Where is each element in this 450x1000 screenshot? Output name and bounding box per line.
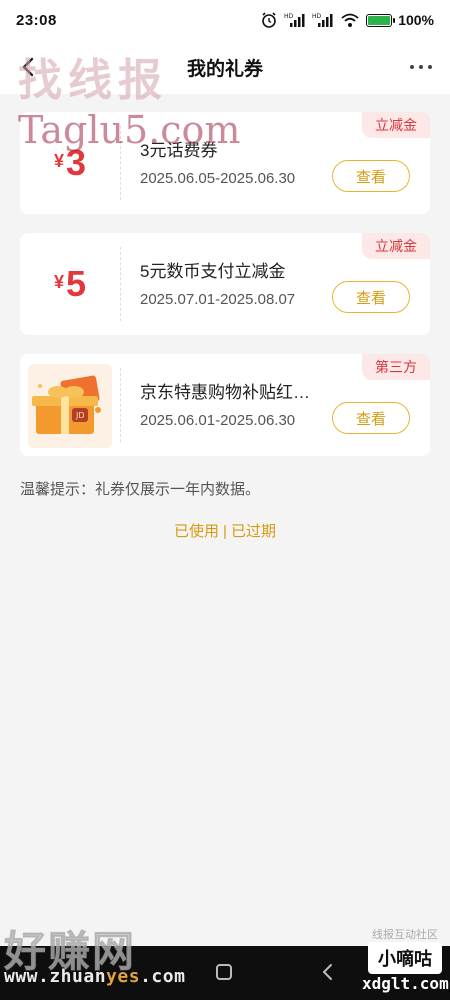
dashed-divider xyxy=(120,368,121,442)
more-button[interactable] xyxy=(406,52,436,82)
coupon-name: 5元数币支付立减金 xyxy=(140,262,286,281)
status-icons: HD HD 100% xyxy=(260,11,434,29)
svg-text:JD: JD xyxy=(75,411,85,420)
more-dots-icon xyxy=(410,65,432,69)
coupon-validity: 2025.07.01-2025.08.07 xyxy=(140,291,296,308)
gift-box-image: JD xyxy=(28,364,112,448)
watermark-top-cn: 找线报 xyxy=(18,55,168,106)
url-part: www.zhuan xyxy=(4,966,107,987)
history-links: 已使用 | 已过期 xyxy=(0,520,450,541)
coupon-type-badge: 立减金 xyxy=(362,233,430,259)
coupon-card: JD 京东特惠购物补贴红… 2025.06.01-2025.06.30 第三方 … xyxy=(20,354,430,456)
used-coupons-link[interactable]: 已使用 xyxy=(174,523,219,540)
coupon-type-badge: 第三方 xyxy=(362,354,430,380)
tip-text: 温馨提示：礼券仅展示一年内数据。 xyxy=(20,481,261,498)
coupon-type-badge: 立减金 xyxy=(362,112,430,138)
link-separator: | xyxy=(223,523,227,540)
coupon-validity: 2025.06.01-2025.06.30 xyxy=(140,412,296,429)
coupon-name: 京东特惠购物补贴红… xyxy=(140,383,310,402)
battery-level: 100% xyxy=(398,12,434,28)
alarm-icon xyxy=(260,11,278,29)
expired-coupons-link[interactable]: 已过期 xyxy=(231,523,276,540)
view-button[interactable]: 查看 xyxy=(332,160,410,192)
coupon-validity: 2025.06.05-2025.06.30 xyxy=(140,170,296,187)
svg-text:HD: HD xyxy=(312,13,322,20)
nav-back-icon[interactable] xyxy=(320,962,336,982)
hd-signal-icon: HD xyxy=(284,12,306,28)
coupon-amount-area: ¥ 5 xyxy=(20,233,120,335)
page-title: 我的礼券 xyxy=(186,58,263,80)
currency-symbol: ¥ xyxy=(53,272,64,292)
battery-icon xyxy=(366,13,396,27)
currency-symbol: ¥ xyxy=(53,151,64,171)
url-part: .com xyxy=(140,966,186,987)
coupon-amount: ¥ 5 xyxy=(54,264,86,304)
view-button[interactable]: 查看 xyxy=(332,402,410,434)
watermark-bottom-url: www.zhuanyes.com xyxy=(4,966,185,987)
coupon-card: ¥ 5 5元数币支付立减金 2025.07.01-2025.08.07 立减金 … xyxy=(20,233,430,335)
dashed-divider xyxy=(120,247,121,321)
status-time: 23:08 xyxy=(16,11,57,29)
status-bar: 23:08 HD HD 100% xyxy=(0,0,450,40)
amount-value: 5 xyxy=(65,263,87,304)
wifi-icon xyxy=(340,12,360,28)
hd-signal-icon: HD xyxy=(312,12,334,28)
home-square-icon[interactable] xyxy=(216,964,232,980)
view-button[interactable]: 查看 xyxy=(332,281,410,313)
watermark-top-en: Taglu5.com xyxy=(18,108,241,152)
svg-text:HD: HD xyxy=(284,13,294,20)
url-highlight: yes xyxy=(106,966,141,987)
brand-url: xdglt.com xyxy=(362,974,449,993)
brand-badge: 小嘀咕 xyxy=(368,942,442,974)
watermark-community: 线报互动社区 xyxy=(372,929,438,941)
